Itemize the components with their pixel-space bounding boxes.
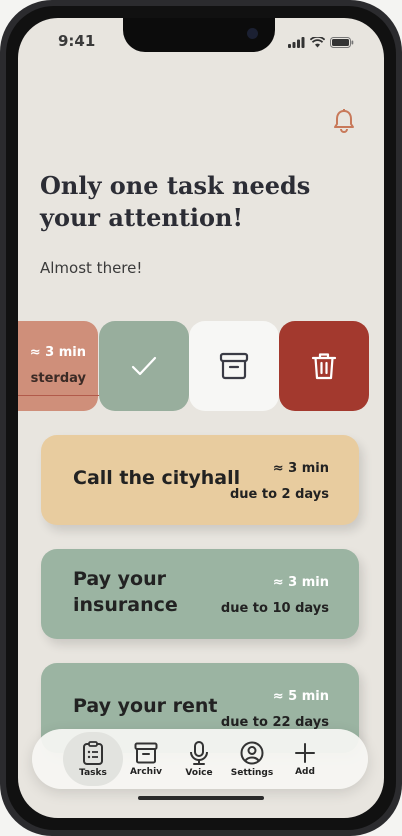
swiped-task-card[interactable]: ≈ 3 min sterday — [18, 321, 98, 411]
task-estimate: ≈ 5 min — [272, 689, 329, 704]
page-title: Only one task needs your attention! — [40, 171, 311, 232]
user-circle-icon — [240, 741, 264, 764]
task-card[interactable]: Call the cityhall ≈ 3 min due to 2 days — [41, 435, 359, 525]
task-estimate: ≈ 3 min — [29, 345, 86, 360]
clipboard-icon — [83, 740, 103, 765]
wifi-icon — [310, 37, 325, 48]
microphone-icon — [190, 740, 208, 765]
task-estimate: ≈ 3 min — [272, 575, 329, 590]
task-estimate: ≈ 3 min — [272, 461, 329, 476]
task-due: due to 10 days — [220, 601, 329, 616]
nav-label: Archiv — [129, 766, 163, 777]
camera — [247, 28, 258, 39]
task-due: due to 22 days — [220, 715, 329, 730]
bottom-navigation: Tasks Archiv Voice Settings Add — [32, 729, 368, 789]
signal-icon — [288, 37, 305, 48]
battery-icon — [330, 37, 354, 48]
nav-archiv[interactable]: Archiv — [116, 729, 176, 789]
archive-box-icon — [134, 742, 158, 763]
page-subtitle: Almost there! — [40, 259, 143, 277]
nav-voice[interactable]: Voice — [169, 729, 229, 789]
app-screen: 9:41 Only one task needs your attention!… — [18, 18, 384, 818]
archive-box-icon — [219, 352, 249, 380]
home-indicator[interactable] — [138, 796, 264, 800]
status-time: 9:41 — [58, 32, 96, 50]
nav-label: Settings — [230, 767, 274, 778]
nav-add[interactable]: Add — [275, 729, 335, 789]
bell-icon — [334, 109, 354, 133]
task-name-line2: insurance — [73, 594, 178, 616]
task-name: Call the cityhall — [73, 467, 241, 489]
notifications-button[interactable] — [332, 108, 356, 138]
task-card[interactable]: Pay your insurance ≈ 3 min due to 10 day… — [41, 549, 359, 639]
complete-task-button[interactable] — [99, 321, 189, 411]
checkmark-icon — [131, 356, 157, 376]
nav-label: Add — [295, 766, 315, 777]
task-due: sterday — [30, 371, 86, 386]
task-name: Pay your rent — [73, 695, 218, 717]
trash-icon — [311, 353, 337, 380]
plus-icon — [295, 742, 315, 763]
dynamic-island — [123, 18, 275, 52]
archive-task-button[interactable] — [189, 321, 279, 411]
task-due: due to 2 days — [229, 487, 329, 502]
status-icons — [288, 37, 354, 48]
nav-label: Tasks — [79, 767, 107, 778]
nav-tasks[interactable]: Tasks — [63, 729, 123, 789]
task-name-line1: Pay your — [73, 568, 166, 590]
nav-label: Voice — [185, 767, 213, 778]
nav-settings[interactable]: Settings — [222, 729, 282, 789]
delete-task-button[interactable] — [279, 321, 369, 411]
